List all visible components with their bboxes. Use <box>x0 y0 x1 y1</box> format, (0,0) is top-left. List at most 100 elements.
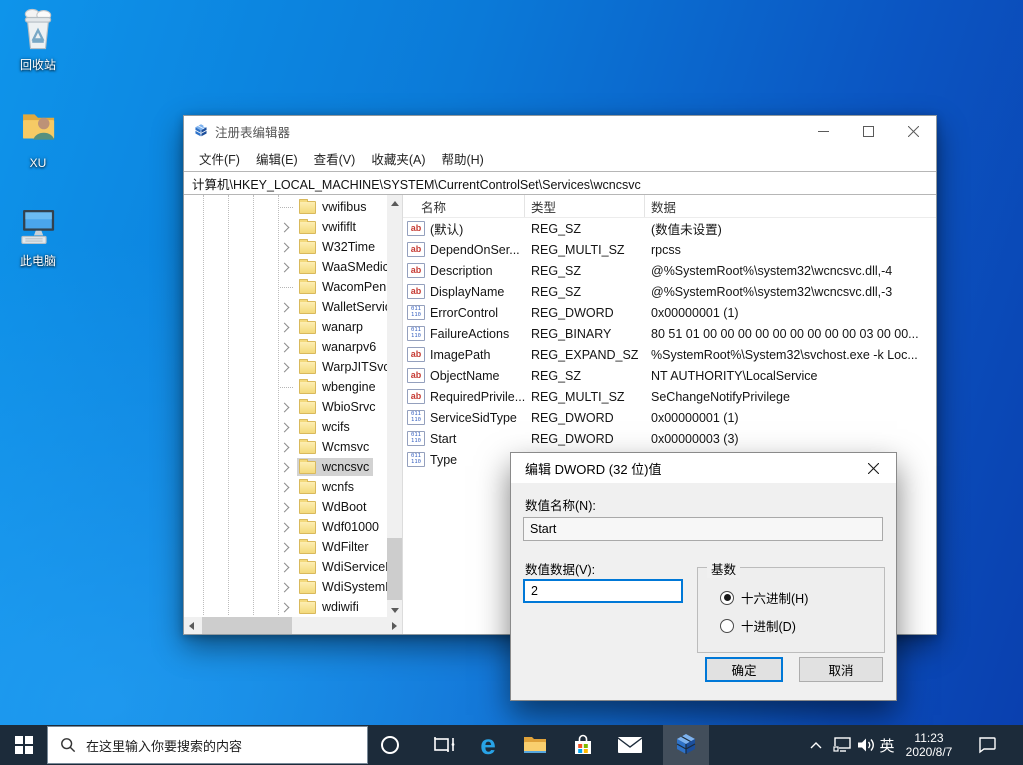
tree-item-wanarpv6[interactable]: wanarpv6 <box>184 337 387 357</box>
menu-edit[interactable]: 编辑(E) <box>248 146 306 171</box>
tree-item-WdFilter[interactable]: WdFilter <box>184 537 387 557</box>
expand-chevron-icon[interactable] <box>280 603 290 613</box>
cortana-button[interactable] <box>370 725 410 765</box>
value-row-ObjectName[interactable]: abObjectNameREG_SZNT AUTHORITY\LocalServ… <box>403 365 936 386</box>
value-row-ImagePath[interactable]: abImagePathREG_EXPAND_SZ%SystemRoot%\Sys… <box>403 344 936 365</box>
menu-file[interactable]: 文件(F) <box>191 146 248 171</box>
expand-chevron-icon[interactable] <box>280 323 290 333</box>
expand-chevron-icon[interactable] <box>280 543 290 553</box>
tree-item-WaaSMedicS[interactable]: WaaSMedicS <box>184 257 387 277</box>
tree-item-WdiServiceH[interactable]: WdiServiceH <box>184 557 387 577</box>
menu-favorites[interactable]: 收藏夹(A) <box>363 146 433 171</box>
expand-chevron-icon[interactable] <box>280 563 290 573</box>
desktop-icon-recycle-bin[interactable]: 回收站 <box>5 6 71 72</box>
ok-button[interactable]: 确定 <box>705 657 783 682</box>
value-row-DisplayName[interactable]: abDisplayNameREG_SZ@%SystemRoot%\system3… <box>403 281 936 302</box>
tree-item-WdiSystemH[interactable]: WdiSystemH <box>184 577 387 597</box>
tree-vertical-scrollbar[interactable] <box>387 195 402 618</box>
expand-chevron-icon[interactable] <box>280 243 290 253</box>
expand-chevron-icon[interactable] <box>280 343 290 353</box>
menu-help[interactable]: 帮助(H) <box>433 146 491 171</box>
desktop-icon-user-folder[interactable]: XU <box>5 104 71 170</box>
minimize-button[interactable] <box>801 116 846 146</box>
taskbar-search-input[interactable]: 在这里输入你要搜索的内容 <box>47 726 368 764</box>
tree-item-WdBoot[interactable]: WdBoot <box>184 497 387 517</box>
scroll-right-button[interactable] <box>387 617 402 634</box>
value-data-input[interactable]: 2 <box>523 579 683 603</box>
value-row-(默认)[interactable]: ab(默认)REG_SZ(数值未设置) <box>403 218 936 239</box>
value-row-DependOnSer...[interactable]: abDependOnSer...REG_MULTI_SZrpcss <box>403 239 936 260</box>
tree-item-label: wcncsvc <box>322 460 369 474</box>
tree-item-WalletService[interactable]: WalletService <box>184 297 387 317</box>
tree-item-vwififlt[interactable]: vwififlt <box>184 217 387 237</box>
expand-chevron-icon[interactable] <box>280 443 290 453</box>
tree-item-Wcmsvc[interactable]: Wcmsvc <box>184 437 387 457</box>
regedit-taskbar-button[interactable] <box>663 725 709 765</box>
cancel-button[interactable]: 取消 <box>799 657 883 682</box>
dialog-titlebar[interactable]: 编辑 DWORD (32 位)值 <box>511 453 896 483</box>
volume-tray-button[interactable] <box>854 725 878 765</box>
tree-item-W32Time[interactable]: W32Time <box>184 237 387 257</box>
radio-hexadecimal[interactable]: 十六进制(H) <box>720 588 808 607</box>
edge-button[interactable]: e <box>468 725 508 765</box>
regedit-titlebar[interactable]: 注册表编辑器 <box>184 116 936 146</box>
scrollbar-thumb[interactable] <box>202 617 292 634</box>
column-header-data[interactable]: 数据 <box>645 197 936 216</box>
file-explorer-button[interactable] <box>515 725 555 765</box>
tree-item-WacomPen[interactable]: WacomPen <box>184 277 387 297</box>
expand-chevron-icon[interactable] <box>280 503 290 513</box>
dialog-close-button[interactable] <box>851 453 896 483</box>
action-center-button[interactable] <box>972 725 1002 765</box>
expand-chevron-icon[interactable] <box>280 263 290 273</box>
expand-chevron-icon[interactable] <box>280 463 290 473</box>
value-row-FailureActions[interactable]: 011110FailureActionsREG_BINARY80 51 01 0… <box>403 323 936 344</box>
value-row-ServiceSidType[interactable]: 011110ServiceSidTypeREG_DWORD0x00000001 … <box>403 407 936 428</box>
tree-item-wbengine[interactable]: wbengine <box>184 377 387 397</box>
expand-chevron-icon[interactable] <box>280 303 290 313</box>
value-row-RequiredPrivile...[interactable]: abRequiredPrivile...REG_MULTI_SZSeChange… <box>403 386 936 407</box>
expand-chevron-icon[interactable] <box>280 483 290 493</box>
mail-button[interactable] <box>610 725 650 765</box>
value-row-Start[interactable]: 011110StartREG_DWORD0x00000003 (3) <box>403 428 936 449</box>
tree-item-WbioSrvc[interactable]: WbioSrvc <box>184 397 387 417</box>
expand-chevron-icon[interactable] <box>280 223 290 233</box>
tree-item-wanarp[interactable]: wanarp <box>184 317 387 337</box>
tree-item-Wdf01000[interactable]: Wdf01000 <box>184 517 387 537</box>
scroll-left-button[interactable] <box>184 617 199 634</box>
value-row-Description[interactable]: abDescriptionREG_SZ@%SystemRoot%\system3… <box>403 260 936 281</box>
expand-chevron-icon[interactable] <box>280 523 290 533</box>
menu-view[interactable]: 查看(V) <box>306 146 364 171</box>
tree-horizontal-scrollbar[interactable] <box>184 617 402 634</box>
tray-expand-button[interactable] <box>806 725 826 765</box>
expand-chevron-icon[interactable] <box>280 363 290 373</box>
task-view-button[interactable] <box>425 725 465 765</box>
tree-item-wcifs[interactable]: wcifs <box>184 417 387 437</box>
tree-item-wdiwifi[interactable]: wdiwifi <box>184 597 387 617</box>
desktop-icon-this-pc[interactable]: 此电脑 <box>5 202 71 268</box>
column-header-name[interactable]: 名称 <box>403 195 525 217</box>
ime-indicator[interactable]: 英 <box>876 725 898 765</box>
tree-item-wcnfs[interactable]: wcnfs <box>184 477 387 497</box>
expand-chevron-icon[interactable] <box>280 423 290 433</box>
radio-button-icon[interactable] <box>720 619 734 633</box>
radio-button-icon[interactable] <box>720 591 734 605</box>
scrollbar-thumb[interactable] <box>387 538 402 600</box>
tree-item-vwifibus[interactable]: vwifibus <box>184 197 387 217</box>
tree-item-wcncsvc[interactable]: wcncsvc <box>184 457 387 477</box>
radio-decimal[interactable]: 十进制(D) <box>720 616 796 635</box>
start-button[interactable] <box>0 725 47 765</box>
tree-item-WarpJITSvc[interactable]: WarpJITSvc <box>184 357 387 377</box>
address-bar[interactable]: 计算机\HKEY_LOCAL_MACHINE\SYSTEM\CurrentCon… <box>184 171 936 195</box>
maximize-button[interactable] <box>846 116 891 146</box>
store-button[interactable] <box>563 725 603 765</box>
close-button[interactable] <box>891 116 936 146</box>
taskbar-clock[interactable]: 11:23 2020/8/7 <box>898 725 960 765</box>
value-row-ErrorControl[interactable]: 011110ErrorControlREG_DWORD0x00000001 (1… <box>403 302 936 323</box>
network-tray-button[interactable] <box>830 725 854 765</box>
column-header-type[interactable]: 类型 <box>525 195 645 217</box>
scroll-up-button[interactable] <box>387 195 402 211</box>
expand-chevron-icon[interactable] <box>280 403 290 413</box>
value-name-input[interactable]: Start <box>523 517 883 541</box>
expand-chevron-icon[interactable] <box>280 583 290 593</box>
scroll-down-button[interactable] <box>387 602 402 618</box>
